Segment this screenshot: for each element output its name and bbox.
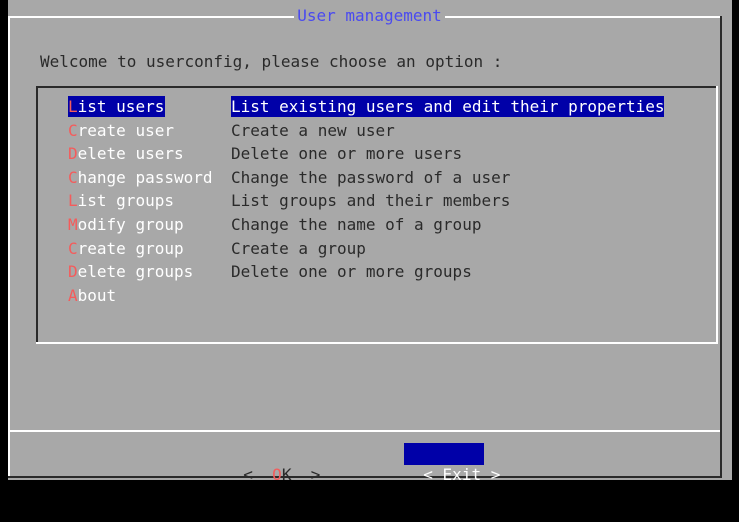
menu-item-hotkey: L bbox=[68, 191, 78, 210]
menu-item-key: Modify group bbox=[68, 214, 218, 235]
menu-item-label: reate user bbox=[77, 121, 174, 140]
menu-item-description: Delete one or more users bbox=[231, 144, 463, 163]
menu-item-hotkey: C bbox=[68, 239, 78, 258]
exit-button[interactable]: < Exit > bbox=[404, 443, 500, 484]
menu-item-description: List existing users and edit their prope… bbox=[231, 96, 665, 117]
menu-item-key: Create user bbox=[68, 120, 218, 141]
menu-item-description: Delete one or more groups bbox=[231, 262, 472, 281]
menu-box-border-top bbox=[36, 86, 718, 88]
menu-item-key: Delete groups bbox=[68, 261, 218, 282]
menu-box-border-left bbox=[36, 86, 38, 344]
menu-item-hotkey: C bbox=[68, 168, 78, 187]
dialog-border-left bbox=[8, 16, 10, 478]
menu-item-description: Change the password of a user bbox=[231, 168, 511, 187]
menu-item-description: Change the name of a group bbox=[231, 215, 482, 234]
exit-button-label: Exit bbox=[442, 465, 482, 484]
menu-item-key: List groups bbox=[68, 190, 218, 211]
ok-button-open-bracket: < bbox=[243, 465, 253, 484]
menu-item-hotkey: L bbox=[68, 97, 78, 116]
menu-item-hotkey: C bbox=[68, 121, 78, 140]
menu-item-key: Change password bbox=[68, 167, 218, 188]
menu-item-key: About bbox=[68, 285, 218, 306]
button-separator bbox=[8, 430, 720, 432]
menu-item-key: Delete users bbox=[68, 143, 218, 164]
menu-item-label: ist groups bbox=[77, 191, 174, 210]
ok-button[interactable]: < OK > bbox=[224, 443, 320, 484]
menu-item-hotkey: D bbox=[68, 144, 78, 163]
dialog-border-right bbox=[720, 16, 722, 478]
menu-item-label: elete groups bbox=[77, 262, 194, 281]
menu-item-description: Create a group bbox=[231, 239, 366, 258]
exit-button-open-bracket: < bbox=[423, 465, 433, 484]
menu-box-border-right bbox=[716, 86, 718, 344]
menu-item-key: Create group bbox=[68, 238, 218, 259]
menu-item-description: List groups and their members bbox=[231, 191, 511, 210]
menu-item-hotkey: A bbox=[68, 286, 78, 305]
dialog-title: User management bbox=[0, 5, 739, 26]
dialog-border-bottom bbox=[8, 476, 722, 478]
menu-item-hotkey: M bbox=[68, 215, 78, 234]
menu-item-label: hange password bbox=[77, 168, 213, 187]
ok-button-label: K bbox=[281, 465, 292, 484]
menu-box-border-bottom bbox=[36, 342, 718, 344]
menu-item-label: elete users bbox=[77, 144, 184, 163]
ok-button-hotkey: O bbox=[272, 465, 282, 484]
menu-item-label: odify group bbox=[77, 215, 184, 234]
menu-item-description: Create a new user bbox=[231, 121, 395, 140]
menu-item-label: bout bbox=[77, 286, 117, 305]
menu-item-hotkey: D bbox=[68, 262, 78, 281]
ok-button-close-bracket: > bbox=[310, 465, 321, 484]
menu-item-label: reate group bbox=[77, 239, 184, 258]
menu-item-label: ist users bbox=[77, 97, 165, 116]
exit-button-close-bracket: > bbox=[490, 465, 501, 484]
prompt-text: Welcome to userconfig, please choose an … bbox=[40, 52, 503, 71]
menu-item-key: List users bbox=[68, 96, 165, 117]
